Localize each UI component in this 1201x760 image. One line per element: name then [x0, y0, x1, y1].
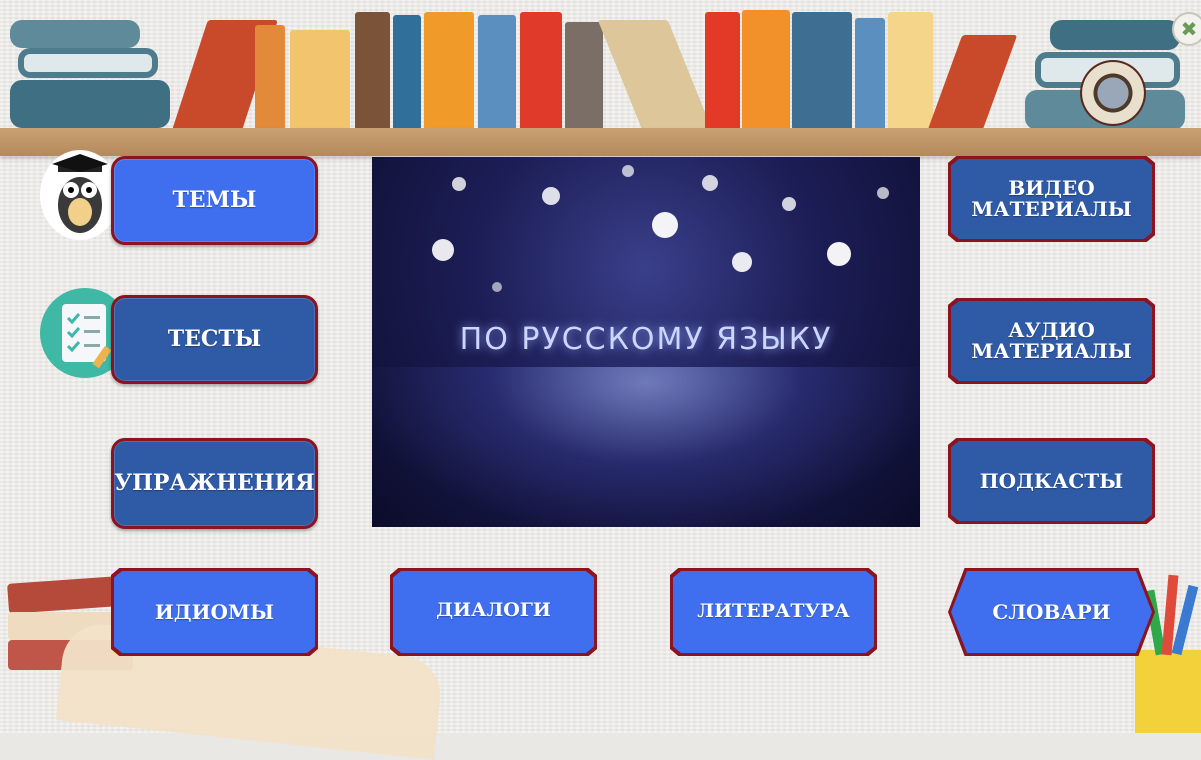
tests-button-label: ТЕСТЫ	[167, 325, 262, 352]
video-materials-label-line1: ВИДЕО	[1008, 176, 1095, 200]
podcasts-button[interactable]: ПОДКАСТЫ	[948, 438, 1155, 524]
sparkle-field	[372, 367, 920, 527]
video-materials-label-line2: МАТЕРИАЛЫ	[971, 197, 1132, 221]
graduate-owl-icon	[40, 150, 120, 240]
video-materials-button[interactable]: ВИДЕО МАТЕРИАЛЫ	[948, 156, 1155, 242]
exercises-button-label: УПРАЖНЕНИЯ	[114, 469, 315, 496]
audio-materials-label-line2: МАТЕРИАЛЫ	[971, 339, 1132, 363]
dictionaries-button[interactable]: СЛОВАРИ	[948, 568, 1155, 656]
topics-button-label: ТЕМЫ	[172, 186, 257, 213]
idioms-button[interactable]: ИДИОМЫ	[111, 568, 318, 656]
video-player[interactable]: ПО РУССКОМУ ЯЗЫКУ	[372, 157, 920, 527]
dialogues-button-label: ДИАЛОГИ	[436, 599, 551, 621]
literature-button-label: ЛИТЕРАТУРА	[697, 600, 850, 623]
exercises-button[interactable]: УПРАЖНЕНИЯ	[111, 438, 318, 529]
shelf-board	[0, 128, 1201, 156]
idioms-button-label: ИДИОМЫ	[154, 599, 275, 624]
literature-button[interactable]: ЛИТЕРАТУРА	[670, 568, 877, 656]
dialogues-button[interactable]: ДИАЛОГИ	[390, 568, 597, 656]
emblem-seal-icon	[1082, 62, 1144, 124]
audio-materials-button[interactable]: АУДИО МАТЕРИАЛЫ	[948, 298, 1155, 384]
close-button[interactable]: ✖	[1172, 12, 1201, 46]
podcasts-button-label: ПОДКАСТЫ	[979, 468, 1124, 493]
topics-button[interactable]: ТЕМЫ	[111, 156, 318, 245]
tests-button[interactable]: ТЕСТЫ	[111, 295, 318, 384]
audio-materials-label-line1: АУДИО	[1008, 318, 1095, 342]
dictionaries-button-label: СЛОВАРИ	[992, 599, 1111, 624]
video-title: ПО РУССКОМУ ЯЗЫКУ	[459, 322, 833, 357]
close-icon: ✖	[1180, 17, 1198, 41]
